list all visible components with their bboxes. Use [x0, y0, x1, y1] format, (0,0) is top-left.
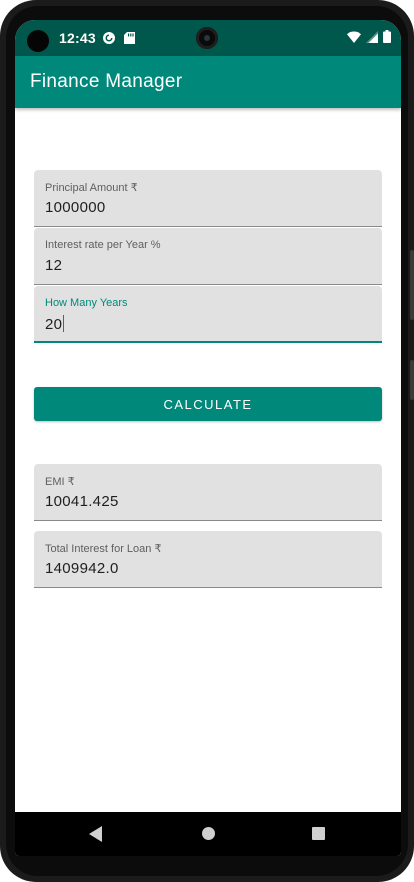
screen: 12:43 Finance Manager Principal Amount ₹… [15, 20, 401, 856]
wifi-icon [347, 30, 361, 48]
emi-value[interactable]: 10041.425 [45, 493, 119, 510]
years-field[interactable]: How Many Years 20 [34, 286, 382, 343]
pocket-casts-icon [103, 31, 115, 44]
total-interest-label: Total Interest for Loan ₹ [45, 543, 162, 555]
principal-amount-field[interactable]: Principal Amount ₹ 1000000 [34, 170, 382, 227]
total-interest-value[interactable]: 1409942.0 [45, 560, 119, 577]
years-value[interactable]: 20 [45, 316, 62, 333]
interest-rate-value[interactable]: 12 [45, 257, 62, 274]
total-interest-field[interactable]: Total Interest for Loan ₹ 1409942.0 [34, 531, 382, 588]
device-frame: 12:43 Finance Manager Principal Amount ₹… [0, 0, 414, 882]
status-time: 12:43 [59, 30, 96, 46]
years-label: How Many Years [45, 297, 128, 309]
principal-amount-value[interactable]: 1000000 [45, 199, 106, 216]
back-icon[interactable] [89, 826, 102, 842]
status-bar: 12:43 [15, 20, 401, 56]
interest-rate-label: Interest rate per Year % [45, 239, 161, 251]
emi-field[interactable]: EMI ₹ 10041.425 [34, 464, 382, 521]
principal-amount-label: Principal Amount ₹ [45, 182, 138, 194]
home-icon[interactable] [202, 827, 215, 840]
emi-label: EMI ₹ [45, 476, 75, 488]
app-bar: Finance Manager [15, 56, 401, 108]
interest-rate-field[interactable]: Interest rate per Year % 12 [34, 228, 382, 285]
calculate-button[interactable]: CALCULATE [34, 387, 382, 421]
main-content: Principal Amount ₹ 1000000 Interest rate… [15, 108, 401, 812]
camera-cutout [27, 30, 49, 52]
text-cursor [63, 315, 65, 332]
cellular-signal-icon [366, 30, 378, 48]
years-value-wrap[interactable]: 20 [45, 315, 65, 333]
volume-button [410, 250, 414, 320]
sd-card-icon [124, 31, 136, 44]
front-camera [196, 27, 218, 49]
battery-icon [383, 30, 391, 48]
system-status-icons [347, 30, 391, 48]
recents-icon[interactable] [312, 827, 325, 840]
app-title: Finance Manager [30, 71, 183, 92]
power-button [410, 360, 414, 400]
navigation-bar [15, 812, 401, 856]
